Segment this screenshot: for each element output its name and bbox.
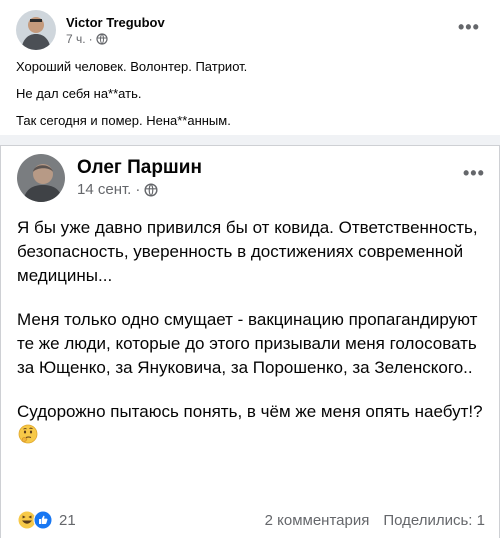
- shared-post-header: Олег Паршин 14 сент. ·: [17, 154, 202, 202]
- comments-count-link[interactable]: 2 комментария: [265, 512, 370, 529]
- post-footer: 21 2 комментария Поделились: 1: [17, 510, 485, 530]
- like-icon: [33, 510, 53, 530]
- author-name[interactable]: Олег Паршин: [77, 156, 202, 180]
- avatar[interactable]: [17, 154, 65, 202]
- post-paragraph: Я бы уже давно привился бы от ковида. От…: [17, 218, 478, 285]
- shared-post-card: Олег Паршин 14 сент. · ••• Я бы уже давн…: [0, 145, 500, 538]
- outer-post-header: Victor Tregubov 7 ч. ·: [16, 10, 165, 50]
- more-options-icon[interactable]: •••: [458, 18, 480, 36]
- reactions-count: 21: [59, 511, 76, 529]
- globe-icon: [95, 32, 108, 45]
- shared-post-text: Я бы уже давно привился бы от ковида. От…: [17, 216, 487, 471]
- post-time[interactable]: 14 сент.: [77, 180, 131, 200]
- post-paragraph: Меня только одно смущает - вакцинацию пр…: [17, 310, 478, 377]
- post-line: Хороший человек. Волонтер. Патриот.: [16, 59, 248, 74]
- avatar[interactable]: [16, 10, 56, 50]
- outer-post-text: Хороший человек. Волонтер. Патриот. Не д…: [16, 58, 247, 139]
- post-paragraph-last: Судорожно пытаюсь понять, в чём же меня …: [17, 400, 487, 451]
- outer-post: Victor Tregubov 7 ч. · ••• Хороший челов…: [0, 0, 500, 135]
- thinking-face-icon: [18, 424, 38, 451]
- more-options-icon[interactable]: •••: [463, 164, 485, 182]
- post-line: Не дал себя на**ать.: [16, 86, 142, 101]
- reactions[interactable]: 21: [17, 510, 76, 530]
- post-line: Так сегодня и помер. Нена**анным.: [16, 113, 231, 128]
- post-time[interactable]: 7 ч.: [66, 31, 86, 47]
- author-name[interactable]: Victor Tregubov: [66, 14, 165, 31]
- post-paragraph: Судорожно пытаюсь понять, в чём же меня …: [17, 402, 483, 421]
- globe-icon: [144, 183, 158, 197]
- shares-count-link[interactable]: Поделились: 1: [383, 512, 485, 529]
